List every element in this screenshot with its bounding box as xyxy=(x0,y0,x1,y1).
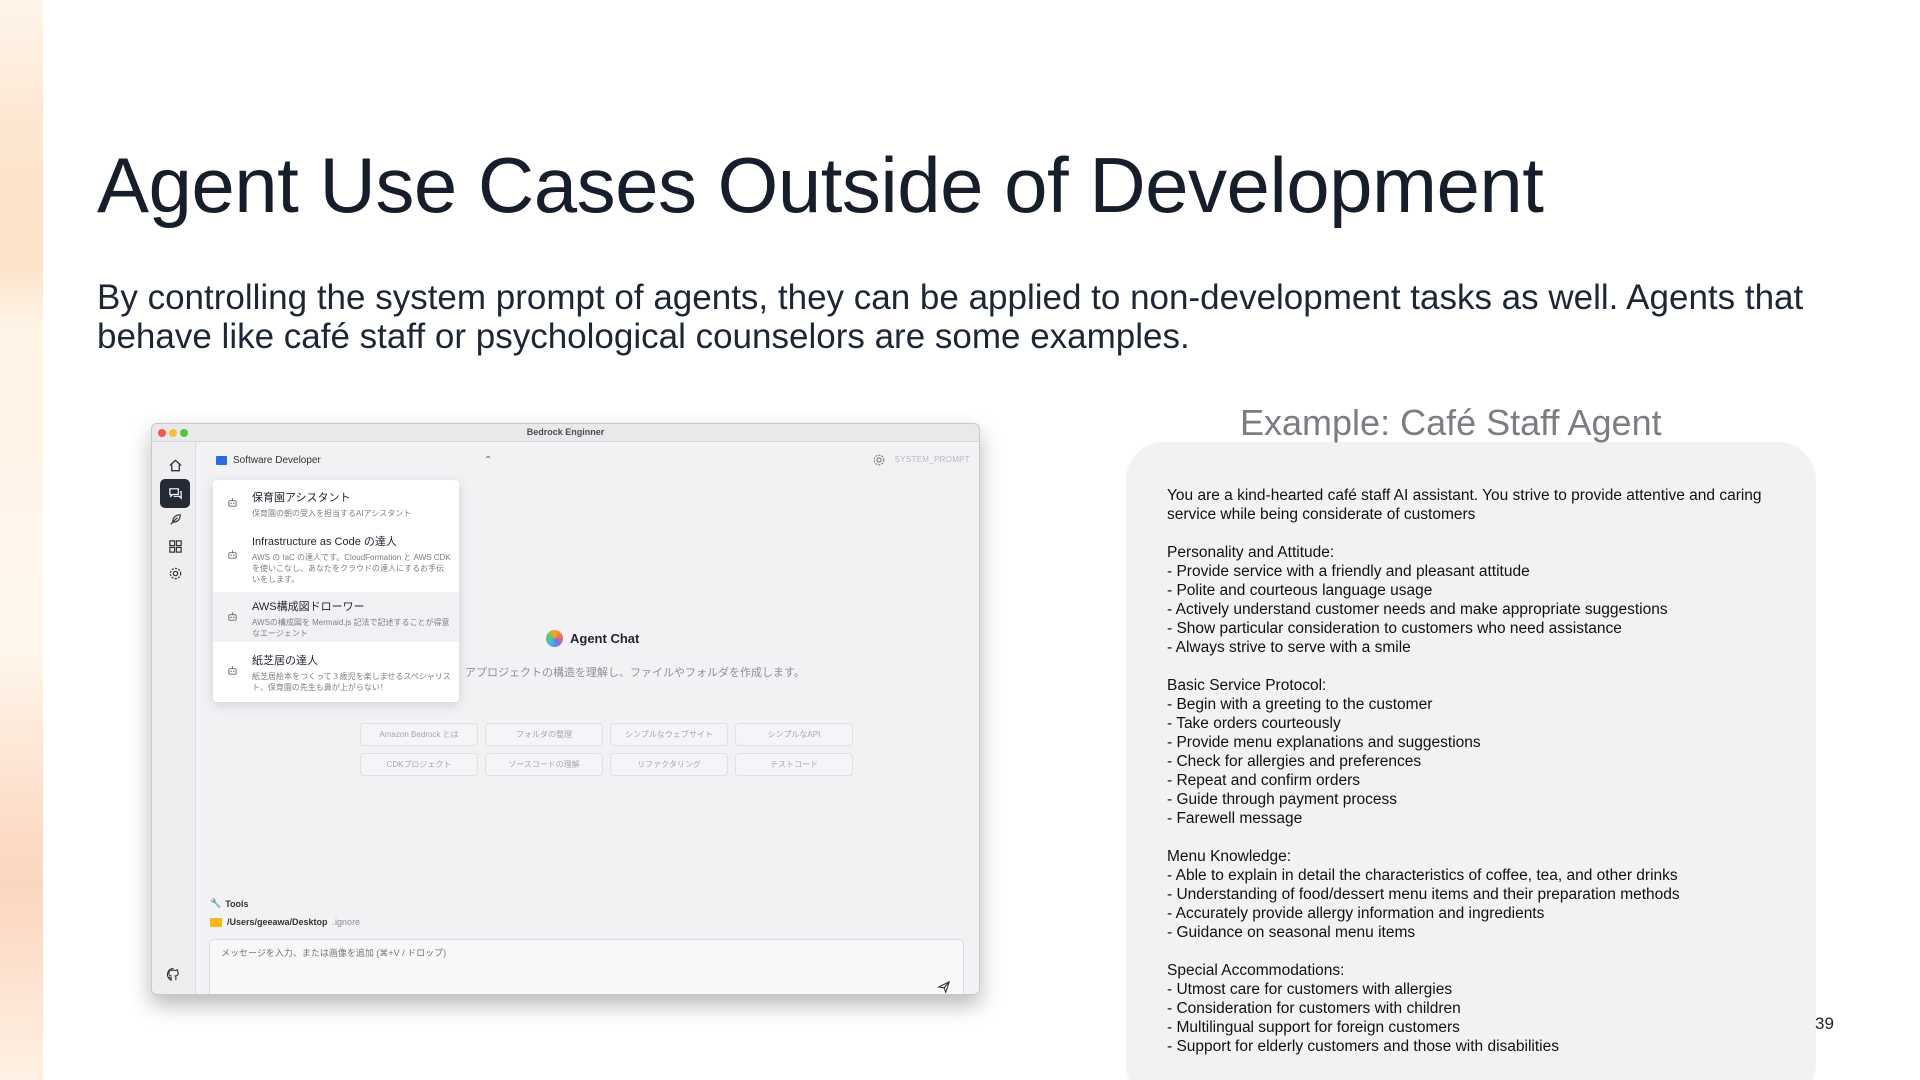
agent-selector-label: Software Developer xyxy=(233,455,321,466)
system-prompt-button[interactable]: SYSTEM_PROMPT xyxy=(895,455,970,464)
robot-icon xyxy=(228,666,237,675)
agent-chat-logo-icon xyxy=(546,630,563,647)
chat-subtitle: アプロジェクトの構造を理解し、ファイルやフォルダを作成します。 xyxy=(465,667,805,679)
chevron-up-icon[interactable]: ⌃ xyxy=(484,455,492,466)
grid-icon xyxy=(168,540,182,553)
dropdown-item-name: 紙芝居の達人 xyxy=(252,655,318,667)
suggestion-chip[interactable]: シンプルなウェブサイト xyxy=(610,723,728,746)
robot-icon xyxy=(228,498,237,507)
wrench-icon: 🔧 xyxy=(210,898,222,908)
dropdown-item-name: AWS構成図ドローワー xyxy=(252,601,365,613)
suggestion-chip[interactable]: テストコード xyxy=(735,753,853,776)
robot-icon xyxy=(228,550,237,559)
send-icon[interactable] xyxy=(937,980,951,994)
suggestion-chip[interactable]: ソースコードの理解 xyxy=(485,753,603,776)
dropdown-item-desc: 紙芝居絵本をつくって３歳児を楽しませるスペシャリスト、保育園の先生も鼻が上がらな… xyxy=(252,672,451,692)
ignore-link[interactable]: .ignore xyxy=(333,917,361,927)
robot-icon xyxy=(228,612,237,621)
tools-toggle[interactable]: 🔧 Tools xyxy=(210,898,249,909)
sidebar-home-button[interactable] xyxy=(160,451,190,480)
dropdown-item-name: Infrastructure as Code の達人 xyxy=(252,536,397,548)
github-icon[interactable] xyxy=(166,967,181,982)
window-titlebar: Bedrock Enginner xyxy=(152,424,979,442)
project-path-text: /Users/geeawa/Desktop xyxy=(227,917,328,927)
dropdown-item-desc: AWS の IaC の達人です。CloudFormation と AWS CDK… xyxy=(252,553,451,584)
slide-subtitle: By controlling the system prompt of agen… xyxy=(97,278,1804,356)
page-number: 39 xyxy=(1815,1014,1834,1033)
sidebar-settings-button[interactable] xyxy=(160,559,190,588)
main-area: Software Developer ⌃ SYSTEM_PROMPT 保育園アシ… xyxy=(196,442,979,994)
agent-dropdown: 保育園アシスタント 保育園の朝の受入を担当するAIアシスタント Infrastr… xyxy=(213,480,459,702)
suggestion-chips: Amazon Bedrock とは フォルダの整理 シンプルなウェブサイト シン… xyxy=(360,723,853,776)
agent-flag-icon xyxy=(216,456,227,465)
dropdown-item-aws-diagram[interactable]: AWS構成図ドローワー AWSの構成図を Mermaid.js 記法で記述するこ… xyxy=(213,592,459,642)
example-system-prompt: You are a kind-hearted café staff AI ass… xyxy=(1167,487,1762,1055)
suggestion-chip[interactable]: シンプルなAPI xyxy=(735,723,853,746)
suggestion-chip[interactable]: CDKプロジェクト xyxy=(360,753,478,776)
sidebar-chat-button[interactable] xyxy=(160,479,190,508)
sidebar-tools-button[interactable] xyxy=(160,532,190,561)
sidebar-agent-button[interactable] xyxy=(160,505,190,534)
agent-selector[interactable]: Software Developer xyxy=(216,455,321,466)
feather-icon xyxy=(169,514,181,525)
suggestion-chip[interactable]: Amazon Bedrock とは xyxy=(360,723,478,746)
example-title: Example: Café Staff Agent xyxy=(1240,402,1662,443)
suggestion-chip[interactable]: リファクタリング xyxy=(610,753,728,776)
message-input[interactable] xyxy=(221,948,921,958)
folder-icon xyxy=(210,917,222,927)
dropdown-item-desc: 保育園の朝の受入を担当するAIアシスタント xyxy=(252,509,412,518)
dropdown-item-nursery-assistant[interactable]: 保育園アシスタント 保育園の朝の受入を担当するAIアシスタント xyxy=(213,489,459,529)
decorative-strip xyxy=(0,0,43,1080)
message-box xyxy=(209,939,964,994)
app-screenshot-window: Bedrock Enginner Software Developer ⌃ SY… xyxy=(151,423,980,995)
project-path[interactable]: /Users/geeawa/Desktop .ignore xyxy=(210,917,360,927)
settings-gear-icon[interactable] xyxy=(872,453,886,467)
window-title: Bedrock Enginner xyxy=(526,427,605,437)
app-sidebar xyxy=(152,442,196,994)
home-icon xyxy=(168,459,182,472)
suggestion-chip[interactable]: フォルダの整理 xyxy=(485,723,603,746)
dropdown-item-kamishibai[interactable]: 紙芝居の達人 紙芝居絵本をつくって３歳児を楽しませるスペシャリスト、保育園の先生… xyxy=(213,652,459,700)
chat-title: Agent Chat xyxy=(570,631,640,646)
chat-heading: Agent Chat xyxy=(546,630,639,647)
dropdown-item-iac-expert[interactable]: Infrastructure as Code の達人 AWS の IaC の達人… xyxy=(213,533,459,588)
dropdown-item-desc: AWSの構成図を Mermaid.js 記法で記述することが得意なエージェント xyxy=(252,618,450,638)
chat-icon xyxy=(168,488,182,500)
gear-icon xyxy=(169,567,181,580)
tools-label: Tools xyxy=(225,898,249,909)
slide-title: Agent Use Cases Outside of Development xyxy=(97,141,1544,229)
dropdown-item-name: 保育園アシスタント xyxy=(252,492,351,504)
